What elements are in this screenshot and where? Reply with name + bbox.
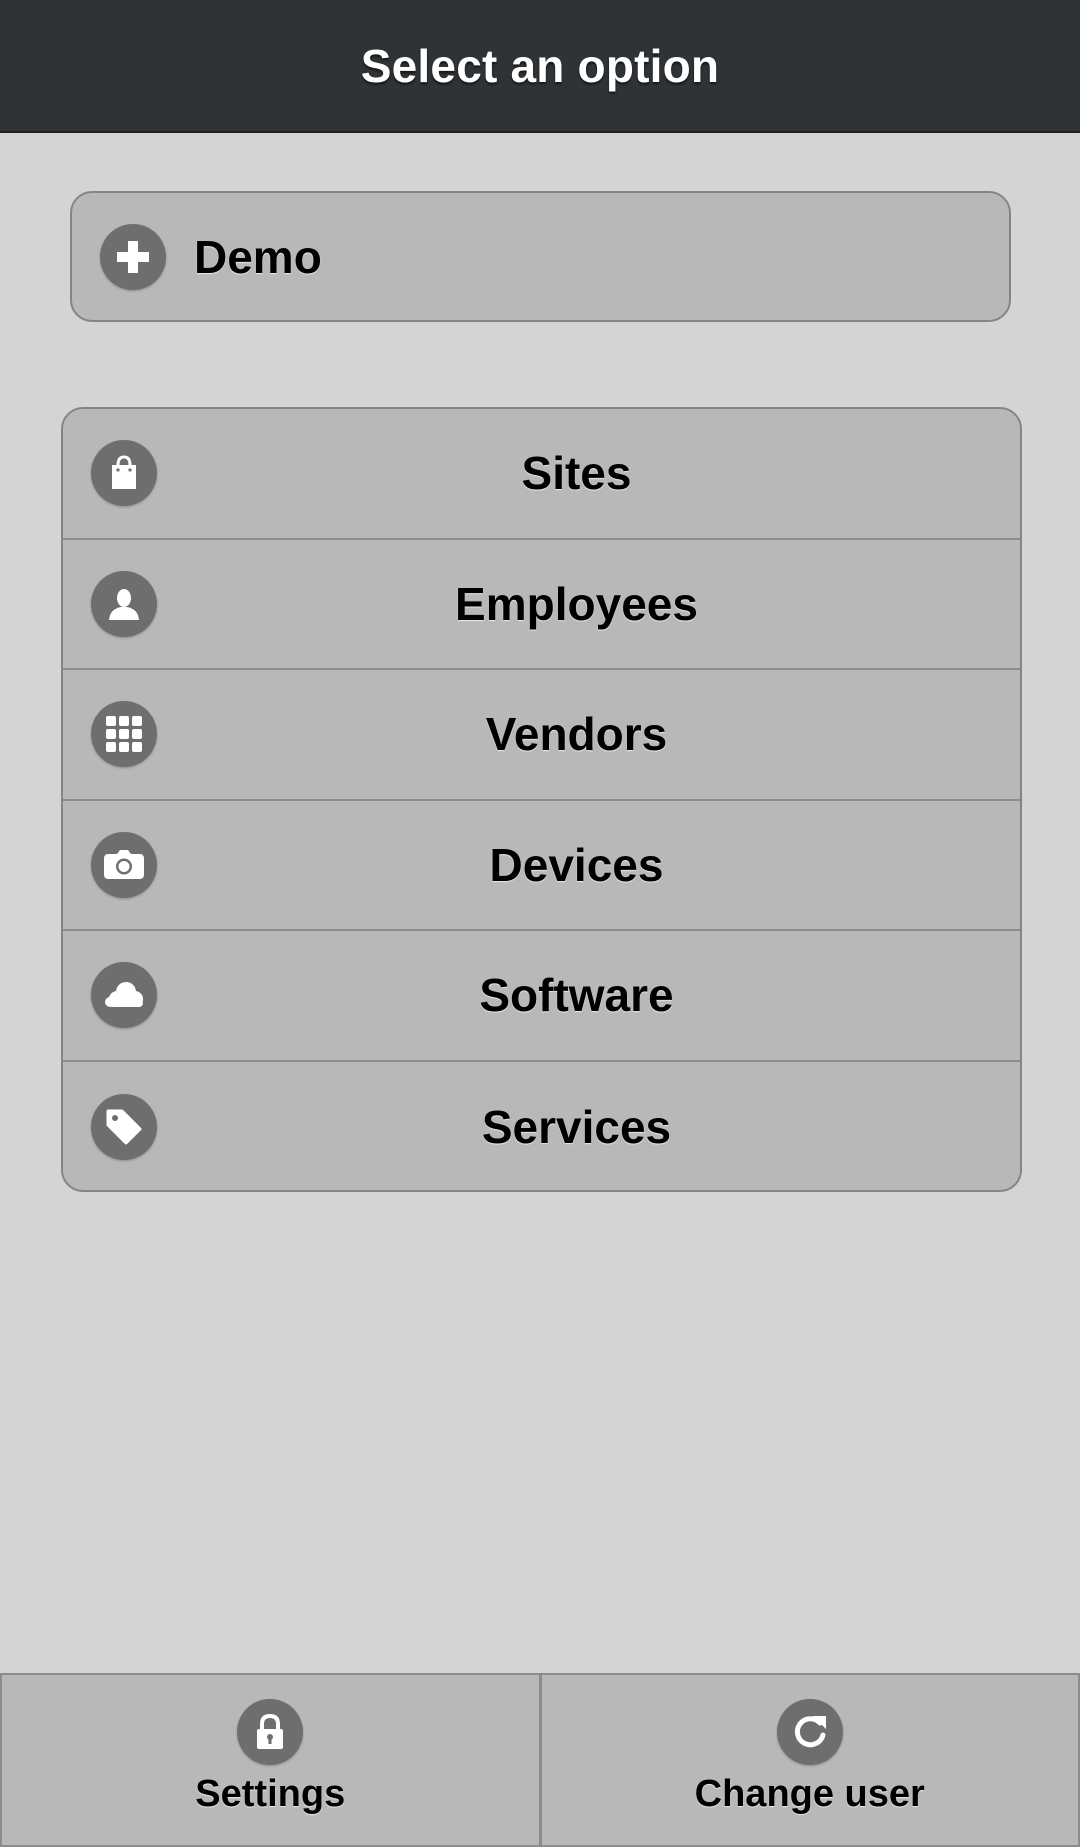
user-icon	[91, 570, 157, 637]
tag-icon	[91, 1093, 157, 1160]
menu-label-vendors: Vendors	[485, 708, 668, 761]
menu-item-software[interactable]: Software	[63, 931, 1020, 1062]
menu-label-devices: Devices	[489, 838, 664, 891]
menu-item-sites[interactable]: Sites	[63, 409, 1020, 540]
menu-item-devices[interactable]: Devices	[63, 801, 1020, 931]
camera-icon	[91, 831, 157, 898]
menu-label-services: Services	[481, 1100, 672, 1153]
menu-label-employees: Employees	[455, 577, 698, 630]
menu-item-employees[interactable]: Employees	[63, 540, 1020, 670]
menu-item-services[interactable]: Services	[63, 1062, 1020, 1191]
demo-label: Demo	[194, 230, 322, 283]
grid-icon	[91, 701, 157, 768]
shopping-bag-icon	[91, 440, 157, 507]
menu-label-sites: Sites	[521, 447, 632, 500]
change-user-button[interactable]: Change user	[540, 1675, 1080, 1847]
refresh-icon	[776, 1699, 843, 1765]
page-title: Select an option	[360, 39, 720, 92]
menu-label-software: Software	[479, 969, 674, 1022]
app-header: Select an option	[0, 0, 1080, 133]
cloud-icon	[91, 962, 157, 1029]
settings-label: Settings	[195, 1773, 346, 1815]
change-user-label: Change user	[694, 1773, 925, 1815]
footer-toolbar: Settings Change user	[0, 1673, 1080, 1847]
plus-icon	[100, 223, 166, 290]
menu-item-vendors[interactable]: Vendors	[63, 670, 1020, 801]
demo-button[interactable]: Demo	[70, 191, 1011, 322]
lock-icon	[237, 1699, 304, 1765]
settings-button[interactable]: Settings	[0, 1675, 541, 1847]
menu-list: Sites Employees Vendors Devices Software…	[61, 407, 1022, 1192]
